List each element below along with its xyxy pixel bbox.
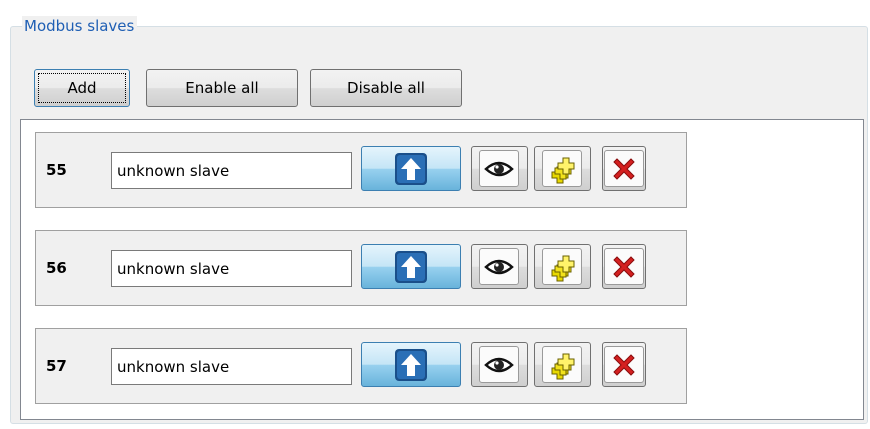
group-title: Modbus slaves — [22, 16, 138, 36]
slave-name-input[interactable] — [111, 250, 352, 287]
delete-button[interactable] — [602, 342, 646, 387]
eye-icon — [484, 259, 514, 274]
copy-plus-icon — [551, 255, 575, 281]
view-button[interactable] — [471, 146, 528, 191]
duplicate-button-face — [542, 346, 582, 383]
view-button[interactable] — [471, 342, 528, 387]
view-button-face — [479, 248, 519, 285]
copy-plus-icon — [551, 157, 575, 183]
view-button-face — [479, 150, 519, 187]
upload-button[interactable] — [361, 342, 461, 387]
delete-button-face — [604, 248, 644, 285]
delete-x-icon — [613, 255, 635, 278]
delete-button-face — [604, 150, 644, 187]
delete-button-face — [604, 346, 644, 383]
view-button[interactable] — [471, 244, 528, 289]
delete-x-icon — [613, 353, 635, 376]
delete-x-icon — [613, 157, 635, 180]
view-button-face — [479, 346, 519, 383]
slave-list: 55 unknown slave 56 unknown slave 57 unk… — [20, 119, 864, 420]
disable-all-button-label: Disable all — [347, 79, 425, 97]
delete-button[interactable] — [602, 146, 646, 191]
upload-button[interactable] — [361, 146, 461, 191]
copy-plus-icon — [551, 353, 575, 379]
upload-button[interactable] — [361, 244, 461, 289]
enable-all-button[interactable]: Enable all — [146, 69, 298, 107]
eye-icon — [484, 357, 514, 372]
slave-id: 56 — [46, 259, 67, 277]
up-arrow-icon — [395, 250, 427, 283]
duplicate-button[interactable] — [534, 146, 591, 191]
slave-row: 56 — [35, 230, 687, 306]
duplicate-button-face — [542, 248, 582, 285]
duplicate-button[interactable] — [534, 342, 591, 387]
slave-id: 55 — [46, 161, 67, 179]
slave-name-input[interactable] — [111, 152, 352, 189]
add-button[interactable]: Add — [34, 69, 130, 107]
enable-all-button-label: Enable all — [185, 79, 259, 97]
delete-button[interactable] — [602, 244, 646, 289]
up-arrow-icon — [395, 152, 427, 185]
eye-icon — [484, 161, 514, 176]
slave-name-input[interactable] — [111, 348, 352, 385]
slave-id: 57 — [46, 357, 67, 375]
up-arrow-icon — [395, 348, 427, 381]
duplicate-button[interactable] — [534, 244, 591, 289]
duplicate-button-face — [542, 150, 582, 187]
slave-row: 57 — [35, 328, 687, 404]
slave-row: 55 — [35, 132, 687, 208]
add-button-label: Add — [67, 79, 97, 97]
disable-all-button[interactable]: Disable all — [310, 69, 462, 107]
